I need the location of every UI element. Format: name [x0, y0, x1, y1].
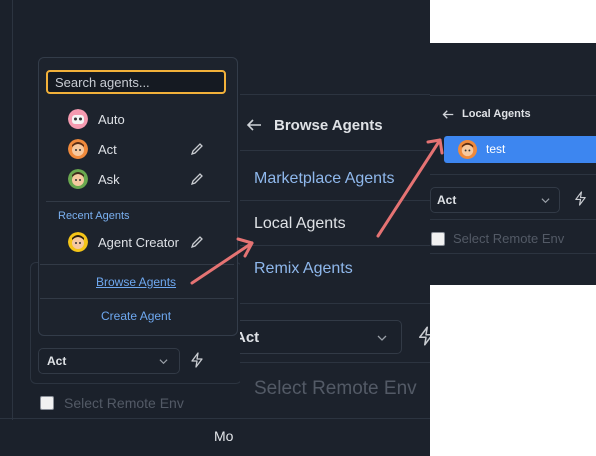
- mode-select[interactable]: Act: [240, 320, 402, 354]
- test-avatar-icon: [458, 140, 477, 159]
- divider: [0, 418, 240, 419]
- remix-agents-item[interactable]: Remix Agents: [240, 248, 430, 288]
- divider: [240, 200, 430, 201]
- marketplace-agents-item[interactable]: Marketplace Agents: [240, 158, 430, 198]
- agent-dropdown: [38, 57, 238, 336]
- remote-env-label: Select Remote Env: [453, 231, 565, 246]
- agent-item-act[interactable]: Act: [68, 139, 228, 161]
- remote-env-checkbox[interactable]: [40, 396, 54, 410]
- agent-creator-avatar-icon: [68, 232, 88, 252]
- divider: [430, 253, 596, 254]
- agent-item-agent-creator[interactable]: Agent Creator: [68, 232, 228, 254]
- divider: [46, 201, 230, 202]
- divider: [240, 150, 430, 151]
- mode-select[interactable]: Act: [430, 187, 560, 213]
- agent-item-ask[interactable]: Ask: [68, 169, 228, 191]
- back-arrow-icon: [246, 119, 261, 131]
- browse-agents-link[interactable]: Browse Agents: [96, 275, 176, 289]
- agent-label: test: [486, 142, 506, 156]
- agent-item-auto[interactable]: Auto: [68, 109, 228, 131]
- lightning-icon[interactable]: [416, 326, 430, 346]
- mode-select-value: Act: [240, 329, 260, 346]
- agent-label: Agent Creator: [98, 235, 179, 250]
- agent-label: Ask: [98, 172, 120, 187]
- agent-label: Act: [98, 142, 117, 157]
- local-agents-panel: Local Agents test Act Select Remote Env: [430, 43, 596, 285]
- chevron-down-icon: [377, 335, 387, 341]
- divider: [240, 362, 430, 363]
- divider: [240, 245, 430, 246]
- footer-text: Mo: [214, 428, 234, 444]
- divider: [240, 303, 430, 304]
- divider: [40, 298, 234, 299]
- menu-item-label: Remix Agents: [254, 260, 353, 277]
- chevron-down-icon: [541, 198, 550, 204]
- edit-pencil-icon[interactable]: [190, 235, 204, 249]
- agent-picker-panel: Auto Act Ask Recent Agents: [0, 0, 240, 456]
- lightning-icon[interactable]: [189, 352, 205, 368]
- divider: [40, 264, 234, 265]
- divider: [240, 94, 430, 95]
- divider: [430, 95, 596, 96]
- search-agents-input[interactable]: [46, 70, 226, 94]
- browse-agents-title: Browse Agents: [274, 117, 383, 134]
- mode-select-value: Act: [437, 193, 457, 207]
- auto-avatar-icon: [68, 109, 88, 129]
- local-agents-item[interactable]: Local Agents: [240, 203, 430, 243]
- edit-pencil-icon[interactable]: [190, 172, 204, 186]
- menu-item-label: Local Agents: [254, 215, 346, 232]
- browse-agents-panel: Browse Agents Marketplace Agents Local A…: [240, 0, 430, 456]
- back-arrow-icon: [442, 110, 454, 119]
- divider: [240, 418, 430, 419]
- recent-agents-heading: Recent Agents: [58, 210, 130, 222]
- edit-pencil-icon[interactable]: [190, 142, 204, 156]
- create-agent-link[interactable]: Create Agent: [101, 309, 171, 323]
- chevron-down-icon: [159, 359, 168, 365]
- divider: [430, 219, 596, 220]
- divider: [12, 0, 13, 420]
- back-header[interactable]: Local Agents: [430, 103, 596, 127]
- ask-avatar-icon: [68, 169, 88, 189]
- mode-select-value: Act: [47, 354, 67, 368]
- agent-item-test[interactable]: test: [444, 136, 596, 163]
- remote-env-label: Select Remote Env: [64, 395, 184, 411]
- lightning-icon[interactable]: [573, 191, 588, 206]
- menu-item-label: Marketplace Agents: [254, 170, 395, 187]
- act-avatar-icon: [68, 139, 88, 159]
- divider: [430, 174, 596, 175]
- mode-select[interactable]: Act: [38, 348, 180, 374]
- remote-env-checkbox[interactable]: [431, 232, 445, 246]
- back-header[interactable]: Browse Agents: [240, 110, 430, 140]
- local-agents-title: Local Agents: [462, 108, 531, 120]
- remote-env-label: Select Remote Env: [254, 378, 417, 399]
- agent-label: Auto: [98, 112, 125, 127]
